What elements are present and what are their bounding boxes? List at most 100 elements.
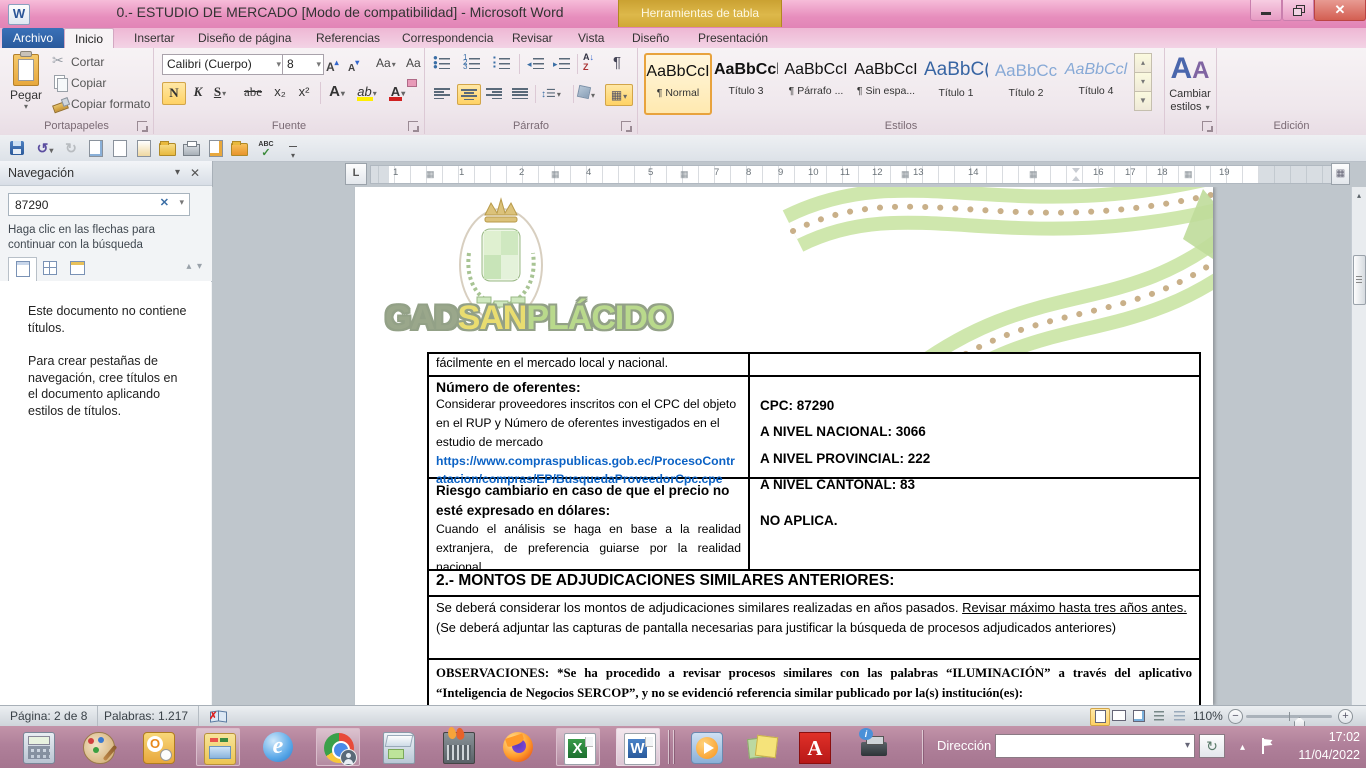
- multilevel-list-button[interactable]: ▪▪▪: [491, 53, 513, 74]
- tab-inicio[interactable]: Inicio: [64, 28, 114, 49]
- paste-button[interactable]: Pegar ▾: [6, 52, 46, 114]
- next-result-icon[interactable]: ▾: [197, 261, 202, 272]
- styles-gallery-more[interactable]: ▼: [1134, 91, 1152, 111]
- indent-markers[interactable]: [1071, 168, 1081, 181]
- styles-scroll-down[interactable]: ▾: [1134, 72, 1152, 92]
- highlight-button[interactable]: ab▾: [354, 82, 380, 103]
- table-column-marker[interactable]: ▦: [426, 169, 435, 179]
- zoom-slider-track[interactable]: [1246, 715, 1332, 718]
- font-color-button[interactable]: A▾: [386, 82, 410, 103]
- paste-dropdown-icon[interactable]: ▾: [6, 102, 46, 111]
- taskbar-excel[interactable]: X: [556, 728, 600, 766]
- taskbar-scanner[interactable]: [376, 728, 420, 766]
- page-indicator[interactable]: Página: 2 de 8: [0, 706, 98, 726]
- edit-document-button[interactable]: [206, 139, 224, 157]
- tab-presentacion[interactable]: Presentación: [688, 28, 778, 48]
- strikethrough-button[interactable]: abe: [240, 82, 266, 103]
- style-sin-espaciado[interactable]: AaBbCcI ¶ Sin espa...: [854, 53, 918, 111]
- restore-button[interactable]: [1282, 0, 1314, 21]
- portapapeles-dialog-launcher[interactable]: [137, 121, 147, 131]
- minimize-button[interactable]: [1250, 0, 1282, 21]
- align-right-button[interactable]: [483, 84, 505, 103]
- zoom-level[interactable]: 110%: [1193, 706, 1223, 726]
- tab-vista[interactable]: Vista: [568, 28, 614, 48]
- new-document-button[interactable]: [110, 139, 128, 157]
- save-button[interactable]: [8, 139, 26, 157]
- tab-correspondencia[interactable]: Correspondencia: [392, 28, 503, 48]
- zoom-out-button[interactable]: −: [1228, 709, 1243, 724]
- cut-button[interactable]: Cortar: [52, 52, 104, 73]
- tab-referencias[interactable]: Referencias: [306, 28, 390, 48]
- subscript-button[interactable]: x₂: [270, 82, 290, 103]
- justify-button[interactable]: [509, 84, 531, 103]
- web-layout-view-button[interactable]: [1130, 708, 1148, 724]
- borders-dropdown-icon[interactable]: ▾: [623, 92, 627, 101]
- nav-search-input[interactable]: [13, 195, 157, 214]
- style-parrafo[interactable]: AaBbCcI ¶ Párrafo ...: [784, 53, 848, 111]
- shrink-font-button[interactable]: A▾: [348, 53, 359, 73]
- text-effects-button[interactable]: A▾: [326, 82, 348, 103]
- styles-scroll-up[interactable]: ▴: [1134, 53, 1152, 73]
- align-left-button[interactable]: [431, 84, 453, 103]
- fullscreen-reading-view-button[interactable]: [1110, 708, 1128, 724]
- fuente-dialog-launcher[interactable]: [408, 121, 418, 131]
- font-size-combo[interactable]: 8 ▾: [282, 54, 324, 75]
- nav-pane-menu-icon[interactable]: ▾: [175, 161, 180, 185]
- taskbar-shredder[interactable]: [436, 728, 480, 766]
- vertical-scrollbar[interactable]: ▴: [1351, 187, 1366, 705]
- word-count[interactable]: Palabras: 1.217: [94, 706, 199, 726]
- font-name-combo[interactable]: Calibri (Cuerpo) ▾: [162, 54, 284, 75]
- qat-customize-icon[interactable]: ▾: [284, 139, 302, 157]
- format-painter-button[interactable]: Copiar formato: [52, 94, 150, 115]
- style-titulo3[interactable]: AaBbCcl Título 3: [714, 53, 778, 111]
- attach-file-button[interactable]: [134, 139, 152, 157]
- table-column-marker[interactable]: ▦: [1029, 169, 1038, 179]
- clear-formatting-button[interactable]: Aa: [406, 53, 424, 73]
- change-styles-button[interactable]: AA Cambiarestilos ▾: [1168, 54, 1212, 114]
- parrafo-dialog-launcher[interactable]: [621, 121, 631, 131]
- align-center-button[interactable]: [457, 84, 481, 105]
- nav-tab-results[interactable]: [64, 257, 91, 280]
- table-column-marker[interactable]: ▦: [901, 169, 910, 179]
- line-spacing-button[interactable]: ↕☰▾: [541, 84, 561, 104]
- document-page[interactable]: GADSANPLÁCIDO fácilmente en el mercado l…: [355, 187, 1213, 705]
- spelling-button[interactable]: ABC✓: [254, 139, 278, 159]
- show-hidden-icons-button[interactable]: ▴: [1240, 742, 1245, 753]
- sort-button[interactable]: A↓Z: [583, 52, 594, 72]
- bullets-button[interactable]: ●●●: [431, 53, 453, 74]
- scrollbar-thumb[interactable]: [1353, 255, 1366, 305]
- borders-button[interactable]: ▦▾: [605, 84, 633, 106]
- address-go-button[interactable]: ↻: [1199, 734, 1225, 758]
- nav-tab-headings[interactable]: [8, 257, 37, 282]
- taskbar-clock[interactable]: 17:02 11/04/2022: [1284, 729, 1360, 764]
- bold-button[interactable]: N: [162, 82, 186, 105]
- superscript-button[interactable]: x²: [294, 82, 314, 103]
- style-titulo2[interactable]: AaBbCc Título 2: [994, 53, 1058, 111]
- underline-dropdown-icon[interactable]: ▾: [222, 89, 226, 98]
- taskbar-outlook[interactable]: O: [136, 728, 180, 766]
- draft-view-button[interactable]: [1170, 708, 1188, 724]
- address-dropdown-icon[interactable]: ▾: [1185, 740, 1190, 751]
- search-options-icon[interactable]: ▾: [179, 197, 184, 208]
- tab-revisar[interactable]: Revisar: [502, 28, 563, 48]
- taskbar-calculator[interactable]: [16, 728, 60, 766]
- taskbar-media-player[interactable]: [684, 728, 728, 766]
- ruler-toggle-button[interactable]: ▦: [1331, 163, 1350, 185]
- font-size-dropdown-icon[interactable]: ▾: [316, 55, 321, 73]
- font-name-dropdown-icon[interactable]: ▾: [276, 55, 281, 73]
- taskbar-file-explorer[interactable]: [196, 728, 240, 766]
- open-button[interactable]: [158, 139, 176, 157]
- style-titulo4[interactable]: AaBbCcl Título 4: [1064, 53, 1128, 111]
- zoom-in-button[interactable]: +: [1338, 709, 1353, 724]
- previous-result-icon[interactable]: ▴: [186, 261, 191, 272]
- tab-insertar[interactable]: Insertar: [124, 28, 185, 48]
- table-column-marker[interactable]: ▦: [1184, 169, 1193, 179]
- show-marks-button[interactable]: ¶: [613, 53, 621, 73]
- style-titulo1[interactable]: AaBbC( Título 1: [924, 53, 988, 111]
- decrease-indent-button[interactable]: ◂: [525, 53, 547, 74]
- highlight-dropdown-icon[interactable]: ▾: [373, 89, 377, 98]
- tab-diseno-tabla[interactable]: Diseño: [622, 28, 679, 48]
- nav-pane-close-icon[interactable]: ✕: [190, 161, 200, 185]
- taskbar-sticky-notes[interactable]: [740, 728, 784, 766]
- copy-button[interactable]: Copiar: [52, 73, 106, 94]
